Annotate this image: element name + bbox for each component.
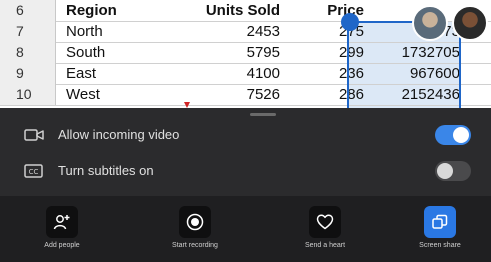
cell-region[interactable]: East <box>66 63 96 84</box>
participant-avatar[interactable] <box>412 5 448 41</box>
closed-captions-icon: CC <box>24 164 43 178</box>
send-heart-button[interactable]: Send a heart <box>285 196 365 262</box>
send-heart-label: Send a heart <box>304 242 346 249</box>
header-region[interactable]: Region <box>66 0 117 21</box>
add-person-icon <box>46 206 78 238</box>
table-row: 9 East 4100 236 967600 <box>0 63 491 85</box>
selection-border-left <box>347 21 349 108</box>
participant-avatar[interactable] <box>452 5 488 41</box>
cell-revenue[interactable]: 1732705 <box>402 42 460 63</box>
call-options-sheet: Allow incoming video CC Turn subtitles o… <box>0 108 491 262</box>
subtitles-label: Turn subtitles on <box>58 163 154 178</box>
cell-region[interactable]: South <box>66 42 105 63</box>
spreadsheet: 6 Region Units Sold Price 7 North 2453 2… <box>0 0 491 108</box>
header-units-sold[interactable]: Units Sold <box>206 0 280 21</box>
screen-share-icon <box>424 206 456 238</box>
cell-units[interactable]: 7526 <box>247 84 280 105</box>
svg-text:CC: CC <box>29 168 39 176</box>
cell-revenue[interactable]: 967600 <box>410 63 460 84</box>
screen-share-label: Screen share <box>419 242 461 249</box>
selection-border-top <box>358 21 414 23</box>
record-icon <box>179 206 211 238</box>
cell-region[interactable]: West <box>66 84 100 105</box>
heart-icon <box>309 206 341 238</box>
option-subtitles[interactable]: CC Turn subtitles on <box>0 152 491 190</box>
row-number[interactable]: 7 <box>0 21 56 42</box>
cell-units[interactable]: 5795 <box>247 42 280 63</box>
table-row: 8 South 5795 299 1732705 <box>0 42 491 64</box>
cell-price[interactable]: 236 <box>310 63 364 84</box>
screen-share-button[interactable]: Screen share <box>400 196 480 262</box>
row-number[interactable]: 10 <box>0 84 56 105</box>
start-recording-button[interactable]: Start recording <box>155 196 235 262</box>
subtitles-toggle[interactable] <box>435 161 471 181</box>
row-number[interactable]: 9 <box>0 63 56 84</box>
call-action-bar: Add people Start recording Send a heart <box>0 196 491 262</box>
add-people-label: Add people <box>44 242 80 249</box>
row-number[interactable]: 8 <box>0 42 56 63</box>
cell-price[interactable]: 299 <box>310 42 364 63</box>
start-recording-label: Start recording <box>172 242 218 249</box>
incoming-video-label: Allow incoming video <box>58 127 180 142</box>
incoming-video-toggle[interactable] <box>435 125 471 145</box>
cell-price[interactable]: 286 <box>310 84 364 105</box>
cell-revenue[interactable]: 2152436 <box>402 84 460 105</box>
option-incoming-video[interactable]: Allow incoming video <box>0 116 491 154</box>
cell-region[interactable]: North <box>66 21 103 42</box>
cell-units[interactable]: 2453 <box>247 21 280 42</box>
cell-units[interactable]: 4100 <box>247 63 280 84</box>
selection-handle[interactable] <box>341 13 359 31</box>
row-number[interactable]: 6 <box>0 0 56 21</box>
add-people-button[interactable]: Add people <box>22 196 102 262</box>
table-row: 10 West 7526 286 2152436 <box>0 84 491 106</box>
video-camera-icon <box>24 129 44 141</box>
